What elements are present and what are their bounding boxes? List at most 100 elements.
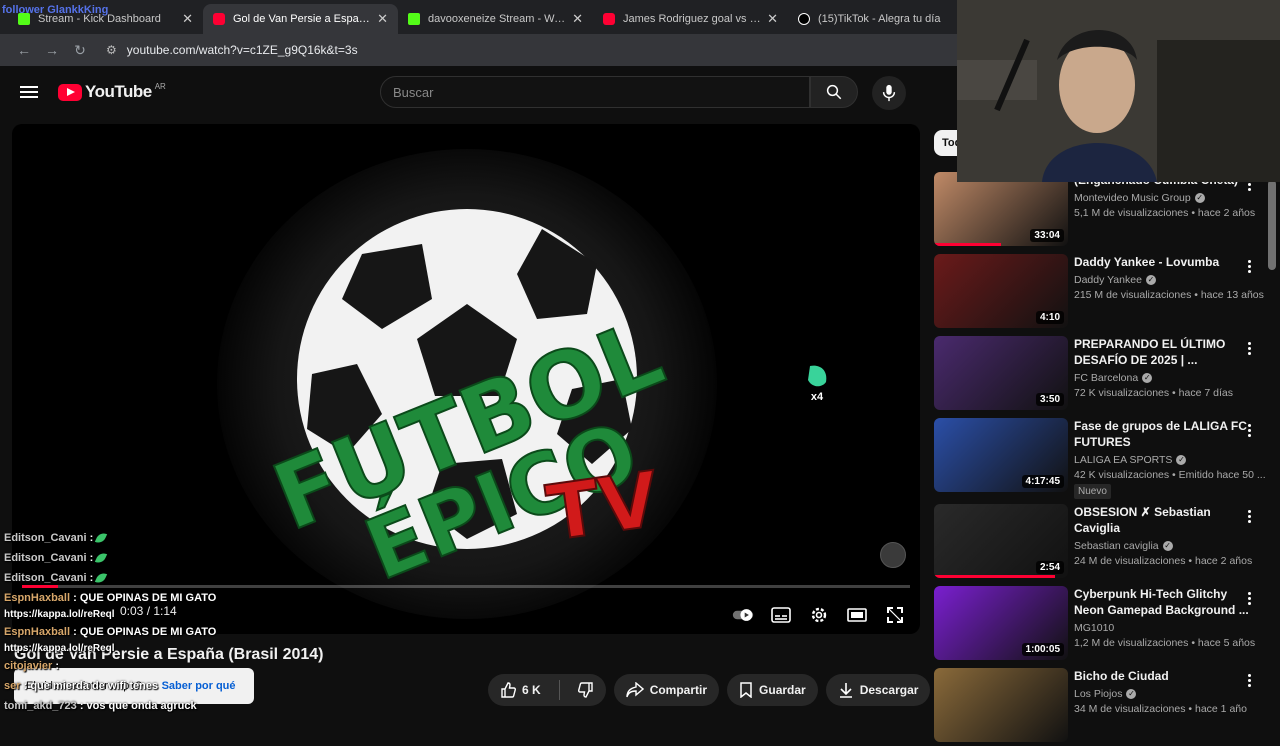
tab-label: (15)TikTok - Alegra tu día bbox=[818, 13, 941, 25]
verified-check-icon: ✓ bbox=[1194, 193, 1205, 203]
share-button[interactable]: Compartir bbox=[613, 674, 720, 706]
browser-tab[interactable]: James Rodriguez goal vs Urugu ✕ bbox=[593, 4, 788, 34]
related-video-card[interactable]: 4:10 Daddy Yankee - Lovumba Daddy Yankee ✓ 2… bbox=[934, 254, 1270, 332]
view-stats: 1,2 M de visualizaciones • hace 5 años bbox=[1074, 637, 1255, 649]
address-bar: ← → ↻ ⚙ youtube.com/watch?v=c1ZE_g9Q16k&… bbox=[0, 34, 960, 66]
channel-name[interactable]: Daddy Yankee bbox=[1074, 274, 1142, 286]
download-icon bbox=[839, 683, 852, 698]
video-card-title[interactable]: PREPARANDO EL ÚLTIMO DESAFÍO DE 2025 | .… bbox=[1074, 336, 1254, 368]
dislike-button[interactable] bbox=[566, 674, 606, 706]
url-field[interactable]: ⚙ youtube.com/watch?v=c1ZE_g9Q16k&t=3s bbox=[106, 43, 358, 57]
video-card-title[interactable]: Bicho de Ciudad bbox=[1074, 668, 1254, 684]
chat-emote-icon bbox=[95, 570, 108, 586]
channel-name[interactable]: Montevideo Music Group bbox=[1074, 192, 1191, 204]
more-vertical-icon[interactable] bbox=[1244, 340, 1254, 357]
separator-dot: • bbox=[1169, 387, 1179, 399]
autoplay-toggle[interactable] bbox=[732, 604, 754, 626]
view-stats: 5,1 M de visualizaciones • hace 2 años bbox=[1074, 207, 1255, 219]
reload-icon[interactable]: ↻ bbox=[66, 42, 94, 59]
chat-link[interactable]: https://kappa.lol/reReql bbox=[4, 608, 364, 622]
channel-name[interactable]: MG1010 bbox=[1074, 622, 1114, 634]
download-button[interactable]: Descargar bbox=[825, 674, 931, 706]
channel-name[interactable]: LALIGA EA SPORTS bbox=[1074, 454, 1172, 466]
upload-age: hace 13 años bbox=[1200, 289, 1264, 301]
site-info-icon[interactable]: ⚙ bbox=[106, 43, 117, 57]
related-video-card[interactable]: 2:54 OBSESION ✗ Sebastian Caviglia Sebasti… bbox=[934, 504, 1270, 582]
browser-tab[interactable]: (15)TikTok - Alegra tu día✕ bbox=[788, 4, 983, 34]
tab-close-icon[interactable]: ✕ bbox=[767, 11, 778, 27]
video-card-title[interactable]: Cyberpunk Hi-Tech Glitchy Neon Gamepad B… bbox=[1074, 586, 1254, 618]
tab-close-icon[interactable]: ✕ bbox=[572, 11, 583, 27]
chat-link[interactable]: https://kappa.lol/reReql bbox=[4, 642, 364, 656]
search-button[interactable] bbox=[810, 76, 858, 108]
video-thumbnail[interactable]: 3:50 bbox=[934, 336, 1068, 410]
chat-username[interactable]: Editson_Cavani bbox=[4, 532, 87, 544]
video-thumbnail[interactable]: 4:10 bbox=[934, 254, 1068, 328]
theater-mode-icon[interactable] bbox=[846, 604, 868, 626]
video-meta: Cyberpunk Hi-Tech Glitchy Neon Gamepad B… bbox=[1074, 586, 1255, 649]
view-count: 1,2 M de visualizaciones bbox=[1074, 637, 1189, 649]
chat-username[interactable]: Editson_Cavani bbox=[4, 552, 87, 564]
video-card-title[interactable]: Fase de grupos de LALIGA FC FUTURES bbox=[1074, 418, 1254, 450]
view-stats: 72 K visualizaciones • hace 7 días bbox=[1074, 387, 1254, 399]
like-button[interactable]: 6 K bbox=[488, 674, 553, 706]
tab-close-icon[interactable]: ✕ bbox=[182, 11, 193, 27]
more-vertical-icon[interactable] bbox=[1244, 508, 1254, 525]
tab-label: James Rodriguez goal vs Urugu bbox=[623, 13, 762, 25]
channel-name[interactable]: FC Barcelona bbox=[1074, 372, 1138, 384]
view-stats: 42 K visualizaciones • Emitido hace 50 .… bbox=[1074, 469, 1266, 481]
chat-text: : bbox=[89, 572, 94, 584]
related-video-card[interactable]: Bicho de Ciudad Los Piojos ✓ 34 M de visual… bbox=[934, 668, 1270, 746]
chat-username[interactable]: EspnHaxball bbox=[4, 592, 70, 604]
search-input[interactable]: Buscar bbox=[380, 76, 810, 108]
more-vertical-icon[interactable] bbox=[1244, 422, 1254, 439]
subtitles-icon[interactable] bbox=[770, 604, 792, 626]
chat-username[interactable]: ser bbox=[4, 680, 21, 692]
youtube-logo[interactable]: YouTube AR bbox=[58, 82, 166, 102]
view-count: 72 K visualizaciones bbox=[1074, 387, 1170, 399]
upload-age: hace 1 año bbox=[1195, 703, 1247, 715]
channel-watermark[interactable] bbox=[880, 542, 906, 568]
fullscreen-icon[interactable] bbox=[884, 604, 906, 626]
chat-text: : QUE OPINAS DE MI GATO bbox=[73, 592, 217, 604]
chat-username[interactable]: tomi_akd_723 bbox=[4, 700, 77, 712]
verified-check-icon: ✓ bbox=[1126, 689, 1137, 699]
more-vertical-icon[interactable] bbox=[1244, 672, 1254, 689]
video-thumbnail[interactable]: 1:00:05 bbox=[934, 586, 1068, 660]
youtube-favicon-icon bbox=[213, 13, 225, 25]
video-meta: Fase de grupos de LALIGA FC FUTURES LALIG… bbox=[1074, 418, 1266, 499]
browser-tab[interactable]: davooxeneize Stream - Watch L ✕ bbox=[398, 4, 593, 34]
browser-tab[interactable]: Gol de Van Persie a España (Bra ✕ bbox=[203, 4, 398, 34]
upload-age: Emitido hace 50 ... bbox=[1178, 469, 1266, 481]
related-video-card[interactable]: 3:50 PREPARANDO EL ÚLTIMO DESAFÍO DE 2025… bbox=[934, 336, 1270, 414]
video-thumbnail[interactable]: 4:17:45 bbox=[934, 418, 1068, 492]
video-thumbnail[interactable]: 2:54 bbox=[934, 504, 1068, 578]
verified-check-icon: ✓ bbox=[1145, 275, 1156, 285]
video-thumbnail[interactable] bbox=[934, 668, 1068, 742]
view-count: 24 M de visualizaciones bbox=[1074, 555, 1186, 567]
more-vertical-icon[interactable] bbox=[1244, 590, 1254, 607]
settings-gear-icon[interactable] bbox=[808, 604, 830, 626]
voice-search-button[interactable] bbox=[872, 76, 906, 110]
tab-close-icon[interactable]: ✕ bbox=[377, 11, 388, 27]
back-icon[interactable]: ← bbox=[10, 42, 38, 58]
channel-name[interactable]: Sebastian caviglia bbox=[1074, 540, 1159, 552]
video-card-title[interactable]: OBSESION ✗ Sebastian Caviglia bbox=[1074, 504, 1254, 536]
sidebar-scrollbar[interactable] bbox=[1268, 180, 1276, 270]
verified-check-icon: ✓ bbox=[1176, 455, 1187, 465]
channel-name[interactable]: Los Piojos bbox=[1074, 688, 1122, 700]
menu-icon[interactable] bbox=[20, 83, 38, 101]
related-video-card[interactable]: 4:17:45 Fase de grupos de LALIGA FC FUTUR… bbox=[934, 418, 1270, 499]
view-stats: 34 M de visualizaciones • hace 1 año bbox=[1074, 703, 1254, 715]
save-button[interactable]: Guardar bbox=[727, 674, 818, 706]
chat-username[interactable]: Editson_Cavani bbox=[4, 572, 87, 584]
like-divider bbox=[558, 680, 560, 700]
video-card-title[interactable]: Daddy Yankee - Lovumba bbox=[1074, 254, 1254, 270]
related-video-card[interactable]: 1:00:05 Cyberpunk Hi-Tech Glitchy Neon Ga… bbox=[934, 586, 1270, 664]
chat-username[interactable]: citojavier bbox=[4, 660, 52, 672]
video-thumbnail[interactable]: 33:04 bbox=[934, 172, 1068, 246]
related-video-card[interactable]: 33:04(Enganchado Cumbia Cheta)Montevideo… bbox=[934, 172, 1270, 250]
more-vertical-icon[interactable] bbox=[1244, 258, 1254, 275]
chat-username[interactable]: EspnHaxball bbox=[4, 626, 70, 638]
forward-icon[interactable]: → bbox=[38, 42, 66, 58]
